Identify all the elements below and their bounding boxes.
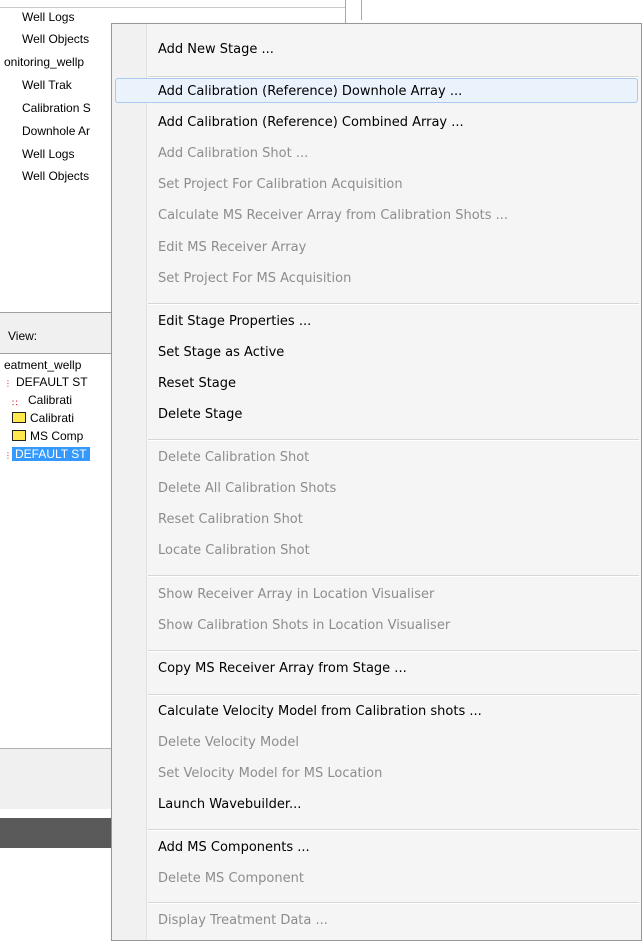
calibration-array-icon: ∷ (12, 398, 18, 408)
menu-item-add-new-stage[interactable]: Add New Stage ... (158, 42, 274, 57)
menu-item-delete-calibration-shot[interactable]: Delete Calibration Shot (158, 450, 309, 465)
pane-top-border (0, 7, 346, 8)
menu-item-locate-calibration-shot[interactable]: Locate Calibration Shot (158, 543, 310, 558)
menu-item-calculate-ms-receiver[interactable]: Calculate MS Receiver Array from Calibra… (158, 208, 508, 223)
view-label: View: (8, 329, 38, 343)
menu-separator (148, 76, 639, 78)
tree2-ms-components-label: MS Comp (30, 429, 84, 443)
menu-item-launch-wavebuilder[interactable]: Launch Wavebuilder... (158, 797, 301, 812)
tree-item-monitoring-well[interactable]: onitoring_wellp (4, 54, 84, 70)
menu-item-edit-stage-properties[interactable]: Edit Stage Properties ... (158, 314, 311, 329)
menu-item-reset-calibration-shot[interactable]: Reset Calibration Shot (158, 512, 303, 527)
splitter-right[interactable] (361, 0, 362, 20)
menu-item-display-treatment-data[interactable]: Display Treatment Data ... (158, 913, 328, 928)
menu-separator (148, 694, 639, 696)
menu-item-edit-ms-receiver[interactable]: Edit MS Receiver Array (158, 240, 306, 255)
menu-item-add-ms-components[interactable]: Add MS Components ... (158, 840, 310, 855)
menu-item-delete-stage[interactable]: Delete Stage (158, 407, 242, 422)
tree-item-well-trak[interactable]: Well Trak (22, 77, 72, 93)
menu-item-calculate-velocity-model[interactable]: Calculate Velocity Model from Calibratio… (158, 704, 482, 719)
menu-item-delete-all-calibration[interactable]: Delete All Calibration Shots (158, 481, 336, 496)
menu-separator (148, 650, 639, 652)
menu-item-add-calibration-downhole[interactable]: Add Calibration (Reference) Downhole Arr… (158, 84, 462, 99)
tree-item-downhole-array[interactable]: Downhole Ar (22, 123, 90, 139)
tree2-calibration-folder-label: Calibrati (30, 411, 75, 425)
context-menu: Add New Stage ... Add Calibration (Refer… (111, 23, 642, 941)
menu-item-add-calibration-combined[interactable]: Add Calibration (Reference) Combined Arr… (158, 115, 464, 130)
tree2-default-stage-label: DEFAULT ST (16, 375, 88, 389)
menu-item-set-project-calibration[interactable]: Set Project For Calibration Acquisition (158, 177, 403, 192)
menu-item-copy-ms-receiver[interactable]: Copy MS Receiver Array from Stage ... (158, 661, 407, 676)
menu-icon-gutter (112, 24, 147, 940)
stage-icon: ⋮ (4, 451, 12, 460)
tree2-item-default-stage[interactable]: ⋮ DEFAULT ST (4, 374, 88, 392)
menu-item-delete-ms-component[interactable]: Delete MS Component (158, 871, 304, 886)
menu-item-reset-stage[interactable]: Reset Stage (158, 376, 236, 391)
menu-item-set-velocity-model[interactable]: Set Velocity Model for MS Location (158, 766, 382, 781)
tree-item-well-logs[interactable]: Well Logs (22, 9, 74, 25)
tree-item-calibration-s[interactable]: Calibration S (22, 100, 91, 116)
menu-separator (148, 575, 639, 577)
menu-item-add-calibration-shot[interactable]: Add Calibration Shot ... (158, 146, 308, 161)
folder-icon (12, 412, 26, 423)
tree-item-well-logs-2[interactable]: Well Logs (22, 146, 74, 162)
tree2-item-ms-components[interactable]: MS Comp (12, 428, 83, 444)
menu-item-set-stage-active[interactable]: Set Stage as Active (158, 345, 284, 360)
menu-separator (148, 303, 639, 305)
tree2-calibration-array-label: Calibrati (28, 393, 73, 407)
menu-separator (148, 439, 639, 441)
tree2-item-calibration-array[interactable]: ∷ Calibrati (12, 392, 72, 409)
tree2-selected-label: DEFAULT ST (12, 447, 90, 461)
menu-item-show-calibration-shots[interactable]: Show Calibration Shots in Location Visua… (158, 618, 450, 633)
folder-icon (12, 430, 26, 441)
tree-item-well-objects[interactable]: Well Objects (22, 31, 89, 47)
menu-separator (148, 829, 639, 831)
menu-item-show-receiver-array[interactable]: Show Receiver Array in Location Visualis… (158, 587, 434, 602)
tree2-item-calibration-folder[interactable]: Calibrati (12, 410, 74, 426)
tree-item-well-objects-2[interactable]: Well Objects (22, 168, 89, 184)
menu-separator (148, 902, 639, 904)
stage-icon: ⋮ (4, 379, 12, 388)
tree2-item-treatment-well[interactable]: eatment_wellp (4, 357, 81, 373)
menu-item-delete-velocity-model[interactable]: Delete Velocity Model (158, 735, 299, 750)
menu-item-set-project-ms[interactable]: Set Project For MS Acquisition (158, 271, 351, 286)
tree2-item-default-stage-selected[interactable]: ⋮ DEFAULT ST (4, 446, 90, 464)
